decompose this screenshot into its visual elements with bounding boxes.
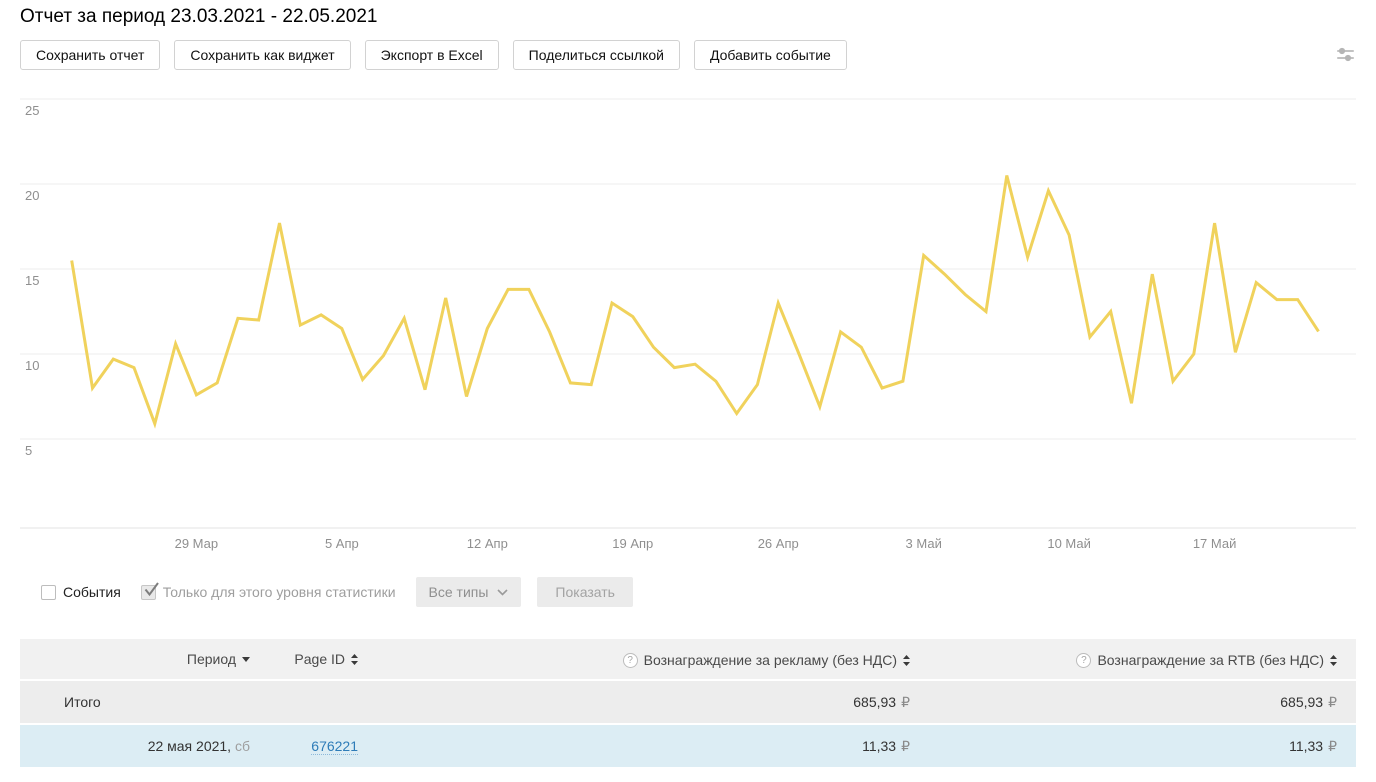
revenue-line-chart: 5 10 15 20 25 29 Мар 5 Апр 12 Апр 19 Апр 26 Апр 3 … [20, 98, 1356, 551]
table-row-total: Итого 685,93 ₽ 685,93 ₽ [20, 681, 1356, 723]
level-checkbox[interactable] [140, 581, 159, 600]
svg-text:20: 20 [25, 188, 39, 203]
ruble-sign: ₽ [901, 737, 910, 754]
events-checkbox-label[interactable]: События [63, 584, 121, 600]
ruble-sign: ₽ [1328, 693, 1337, 710]
report-table: Период Page ID ? Вознаграждение за рекла… [20, 637, 1356, 769]
col-period[interactable]: Период [20, 639, 250, 679]
svg-text:3 Май: 3 Май [906, 536, 942, 551]
export-excel-button[interactable]: Экспорт в Excel [364, 40, 499, 70]
help-icon[interactable]: ? [622, 652, 638, 668]
share-link-button[interactable]: Поделиться ссылкой [512, 40, 680, 70]
ruble-sign: ₽ [901, 693, 910, 710]
filter-controls: События Только для этого уровня статисти… [41, 577, 1356, 607]
report-page: Отчет за период 23.03.2021 - 22.05.2021 … [0, 4, 1376, 769]
level-checkbox-label[interactable]: Только для этого уровня статистики [163, 584, 396, 600]
help-icon[interactable]: ? [1076, 652, 1092, 668]
save-widget-button[interactable]: Сохранить как виджет [174, 40, 351, 70]
rtb-revenue-cell: 11,33 ₽ [910, 725, 1356, 767]
types-dropdown[interactable]: Все типы [415, 577, 522, 607]
ad-revenue-cell: 11,33 ₽ [358, 725, 910, 767]
sort-desc-icon [242, 656, 250, 662]
svg-text:19 Апр: 19 Апр [612, 536, 653, 551]
show-button[interactable]: Показать [537, 577, 633, 607]
sort-updown-icon [1330, 654, 1337, 666]
svg-text:10: 10 [25, 358, 39, 373]
table-row-date: 22 мая 2021, сб 676221 11,33 ₽ 11,33 ₽ [20, 725, 1356, 767]
check-icon [144, 581, 159, 596]
page-title: Отчет за период 23.03.2021 - 22.05.2021 [20, 6, 378, 27]
page-id-cell: 676221 [250, 725, 358, 767]
total-label: Итого [20, 681, 250, 723]
sort-updown-icon [351, 653, 358, 665]
ruble-sign: ₽ [1328, 737, 1337, 754]
total-page-id-cell [250, 681, 358, 723]
add-event-button[interactable]: Добавить событие [694, 40, 847, 70]
save-report-button[interactable]: Сохранить отчет [20, 40, 161, 70]
svg-text:12 Апр: 12 Апр [467, 536, 508, 551]
col-rtb-revenue[interactable]: ? Вознаграждение за RTB (без НДС) [910, 639, 1356, 679]
total-rtb-revenue-cell: 685,93 ₽ [910, 681, 1356, 723]
svg-text:15: 15 [25, 273, 39, 288]
svg-text:26 Апр: 26 Апр [758, 536, 799, 551]
total-ad-revenue-cell: 685,93 ₽ [358, 681, 910, 723]
svg-text:17 Май: 17 Май [1193, 536, 1237, 551]
toolbar: Сохранить отчет Сохранить как виджет Экс… [20, 40, 1356, 70]
svg-text:10 Май: 10 Май [1047, 536, 1091, 551]
chart-area: 5 10 15 20 25 29 Мар 5 Апр 12 Апр 19 Апр 26 Апр 3 … [20, 96, 1356, 556]
sliders-icon[interactable] [1336, 45, 1356, 65]
chevron-down-icon [497, 588, 508, 596]
table-header-row: Период Page ID ? Вознаграждение за рекла… [20, 639, 1356, 679]
period-cell: 22 мая 2021, сб [20, 725, 250, 767]
svg-text:29 Мар: 29 Мар [175, 536, 219, 551]
svg-text:25: 25 [25, 103, 39, 118]
svg-text:5 Апр: 5 Апр [325, 536, 359, 551]
col-page-id[interactable]: Page ID [250, 639, 358, 679]
events-checkbox[interactable] [41, 584, 56, 600]
sort-updown-icon [903, 654, 910, 666]
page-id-link[interactable]: 676221 [311, 738, 358, 755]
svg-text:5: 5 [25, 443, 32, 458]
col-ad-revenue[interactable]: ? Вознаграждение за рекламу (без НДС) [358, 639, 910, 679]
